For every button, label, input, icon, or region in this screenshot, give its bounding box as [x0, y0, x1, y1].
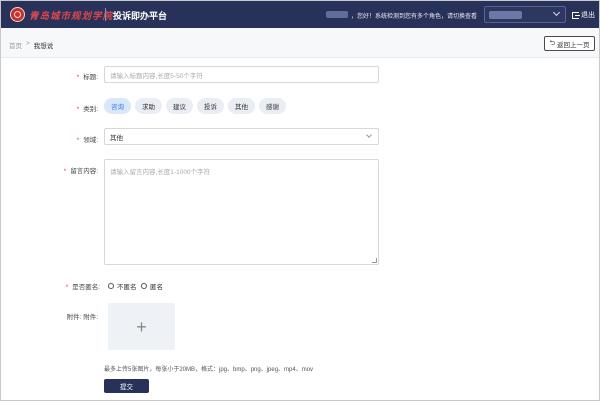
category-chip-consult[interactable]: 咨询 — [104, 98, 131, 114]
category-chip-other[interactable]: 其他 — [228, 98, 255, 114]
logout-icon — [572, 11, 580, 19]
required-mark: * — [65, 284, 69, 291]
school-seal-icon — [10, 7, 25, 22]
anonymous-option-no[interactable]: 不匿名 — [108, 281, 137, 291]
breadcrumb-separator: > — [26, 40, 30, 47]
required-mark: * — [63, 168, 67, 175]
anonymous-label: * 是否匿名: — [65, 284, 100, 291]
back-button[interactable]: ⮌ 返回上一页 — [544, 36, 595, 51]
logo-text: 青岛城市规划学院 — [29, 10, 114, 22]
domain-label: * 领域: — [76, 137, 98, 144]
anonymous-option-yes[interactable]: 匿名 — [141, 281, 163, 291]
anonymous-option-yes-label: 匿名 — [150, 284, 163, 291]
required-mark: * — [76, 74, 80, 81]
user-name-redacted — [326, 11, 348, 18]
role-notice: ，您好！系统检测到您有多个角色，请切换查看 — [351, 14, 478, 20]
breadcrumb: 首页 > 我想说 — [9, 40, 53, 50]
title-input[interactable]: 请输入标题内容,长度5-50个字符 — [104, 66, 379, 83]
attachment-label: 附件: 附件: — [66, 314, 98, 321]
required-mark: * — [76, 106, 80, 113]
category-chip-thanks[interactable]: 感谢 — [259, 98, 286, 114]
title-placeholder: 请输入标题内容,长度5-50个字符 — [110, 72, 203, 80]
header-divider — [105, 8, 106, 21]
category-chip-complaint[interactable]: 投诉 — [197, 98, 224, 114]
radio-icon[interactable] — [108, 283, 114, 289]
title-label: * 标题: — [76, 74, 98, 81]
role-value-redacted — [489, 11, 522, 19]
app-title: 投诉即办平台 — [113, 11, 168, 21]
logout-button[interactable]: 退出 — [572, 10, 595, 20]
anonymous-option-no-label: 不匿名 — [117, 284, 137, 291]
breadcrumb-current: 我想说 — [33, 43, 54, 50]
back-button-label: 返回上一页 — [557, 41, 590, 49]
category-label: * 类别: — [76, 106, 98, 113]
domain-value: 其他 — [110, 134, 123, 142]
plus-icon: + — [136, 316, 147, 337]
content-label: * 留言内容: — [63, 168, 98, 175]
breadcrumb-home[interactable]: 首页 — [9, 40, 22, 50]
category-chip-suggest[interactable]: 建议 — [166, 98, 193, 114]
role-select[interactable] — [484, 6, 566, 23]
breadcrumb-bar: 首页 > 我想说 ⮌ 返回上一页 — [1, 28, 599, 58]
chevron-down-icon — [552, 8, 561, 17]
submit-button[interactable]: 提交 — [104, 379, 149, 393]
resize-handle-icon[interactable] — [372, 258, 377, 263]
back-arrow-icon: ⮌ — [549, 40, 556, 47]
chevron-down-icon — [366, 132, 372, 138]
domain-select[interactable]: 其他 — [104, 128, 379, 145]
logout-label: 退出 — [581, 12, 595, 19]
top-header: 青岛城市规划学院 投诉即办平台 ，您好！系统检测到您有多个角色，请切换查看 退出 — [1, 1, 599, 28]
content-placeholder: 请输入留言内容,长度1-1000个字符 — [110, 169, 211, 176]
content-textarea[interactable]: 请输入留言内容,长度1-1000个字符 — [104, 159, 379, 265]
required-mark: * — [76, 137, 80, 144]
upload-hint: 最多上传5张图片，每张小于20MB，格式：jpg、bmp、png、jpeg、mp… — [104, 367, 314, 373]
category-chip-help[interactable]: 求助 — [135, 98, 162, 114]
logo[interactable]: 青岛城市规划学院 — [10, 6, 113, 23]
radio-icon[interactable] — [141, 283, 147, 289]
upload-box[interactable]: + — [108, 303, 175, 350]
